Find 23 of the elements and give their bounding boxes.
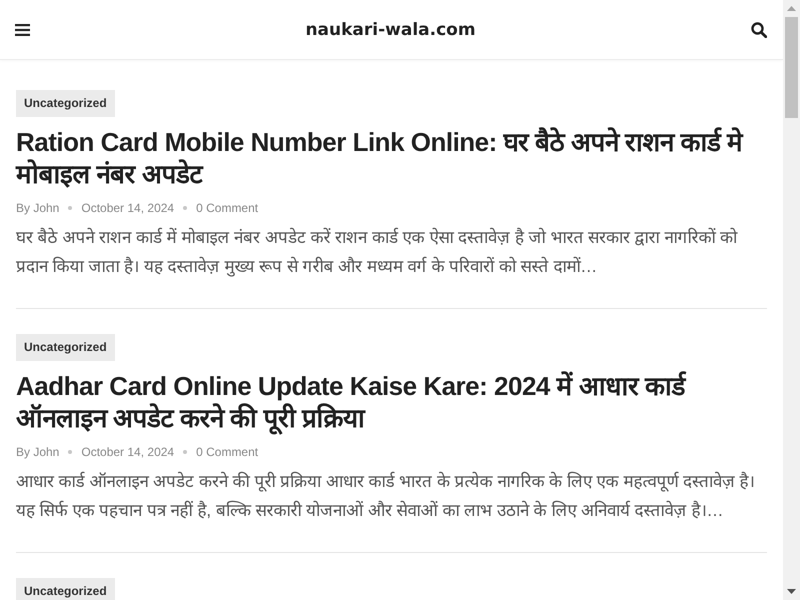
post-author[interactable]: By John (16, 201, 60, 215)
post-date: October 14, 2024 (81, 445, 174, 459)
scrollbar-thumb[interactable] (785, 17, 798, 118)
separator-dot-icon (68, 450, 72, 454)
comment-count[interactable]: 0 Comment (196, 201, 258, 215)
category-tag[interactable]: Uncategorized (16, 578, 115, 600)
separator-dot-icon (183, 206, 188, 210)
search-icon[interactable] (751, 22, 767, 38)
menu-icon[interactable] (15, 24, 30, 36)
post-excerpt: घर बैठे अपने राशन कार्ड में मोबाइल नंबर अपडेट करें राशन कार्ड एक ऐसा दस्तावेज़ है जो भारत सरकार द्वारा नागरिकों को प्रदान किया जाता है। यह दस्तावेज़ मुख्य रूप से गरीब और मध्यम वर्ग के परिवारों को सस्ते दामों… (16, 226, 739, 278)
post-author[interactable]: By John (16, 445, 60, 459)
category-tag[interactable]: Uncategorized (16, 90, 115, 117)
separator-dot-icon (68, 206, 72, 210)
scrollbar[interactable] (783, 0, 800, 600)
post-title[interactable]: Ration Card Mobile Number Link Online: घर बैठे अपने राशन कार्ड मे मोबाइल नंबर अपडेट (16, 126, 767, 190)
post-title[interactable]: Aadhar Card Online Update Kaise Kare: 2024 में आधार कार्ड ऑनलाइन अपडेट करने की पूरी प्रक्रिया (16, 370, 767, 434)
category-tag[interactable]: Uncategorized (16, 334, 115, 361)
post-date: October 14, 2024 (81, 201, 174, 215)
site-title[interactable]: naukari-wala.com (305, 20, 476, 40)
post-excerpt: आधार कार्ड ऑनलाइन अपडेट करने की पूरी प्रक्रिया आधार कार्ड भारत के प्रत्येक नागरिक के लिए एक महत्वपूर्ण दस्तावेज़ है। यह सिर्फ एक पहचान पत्र नहीं है, बल्कि सरकारी योजनाओं और सेवाओं का लाभ उठाने के लिए अनिवार्य दस्तावेज़ है।… (16, 470, 756, 522)
scroll-down-arrow-icon[interactable] (787, 589, 796, 594)
comment-count[interactable]: 0 Comment (196, 445, 258, 459)
separator-dot-icon (183, 450, 188, 454)
